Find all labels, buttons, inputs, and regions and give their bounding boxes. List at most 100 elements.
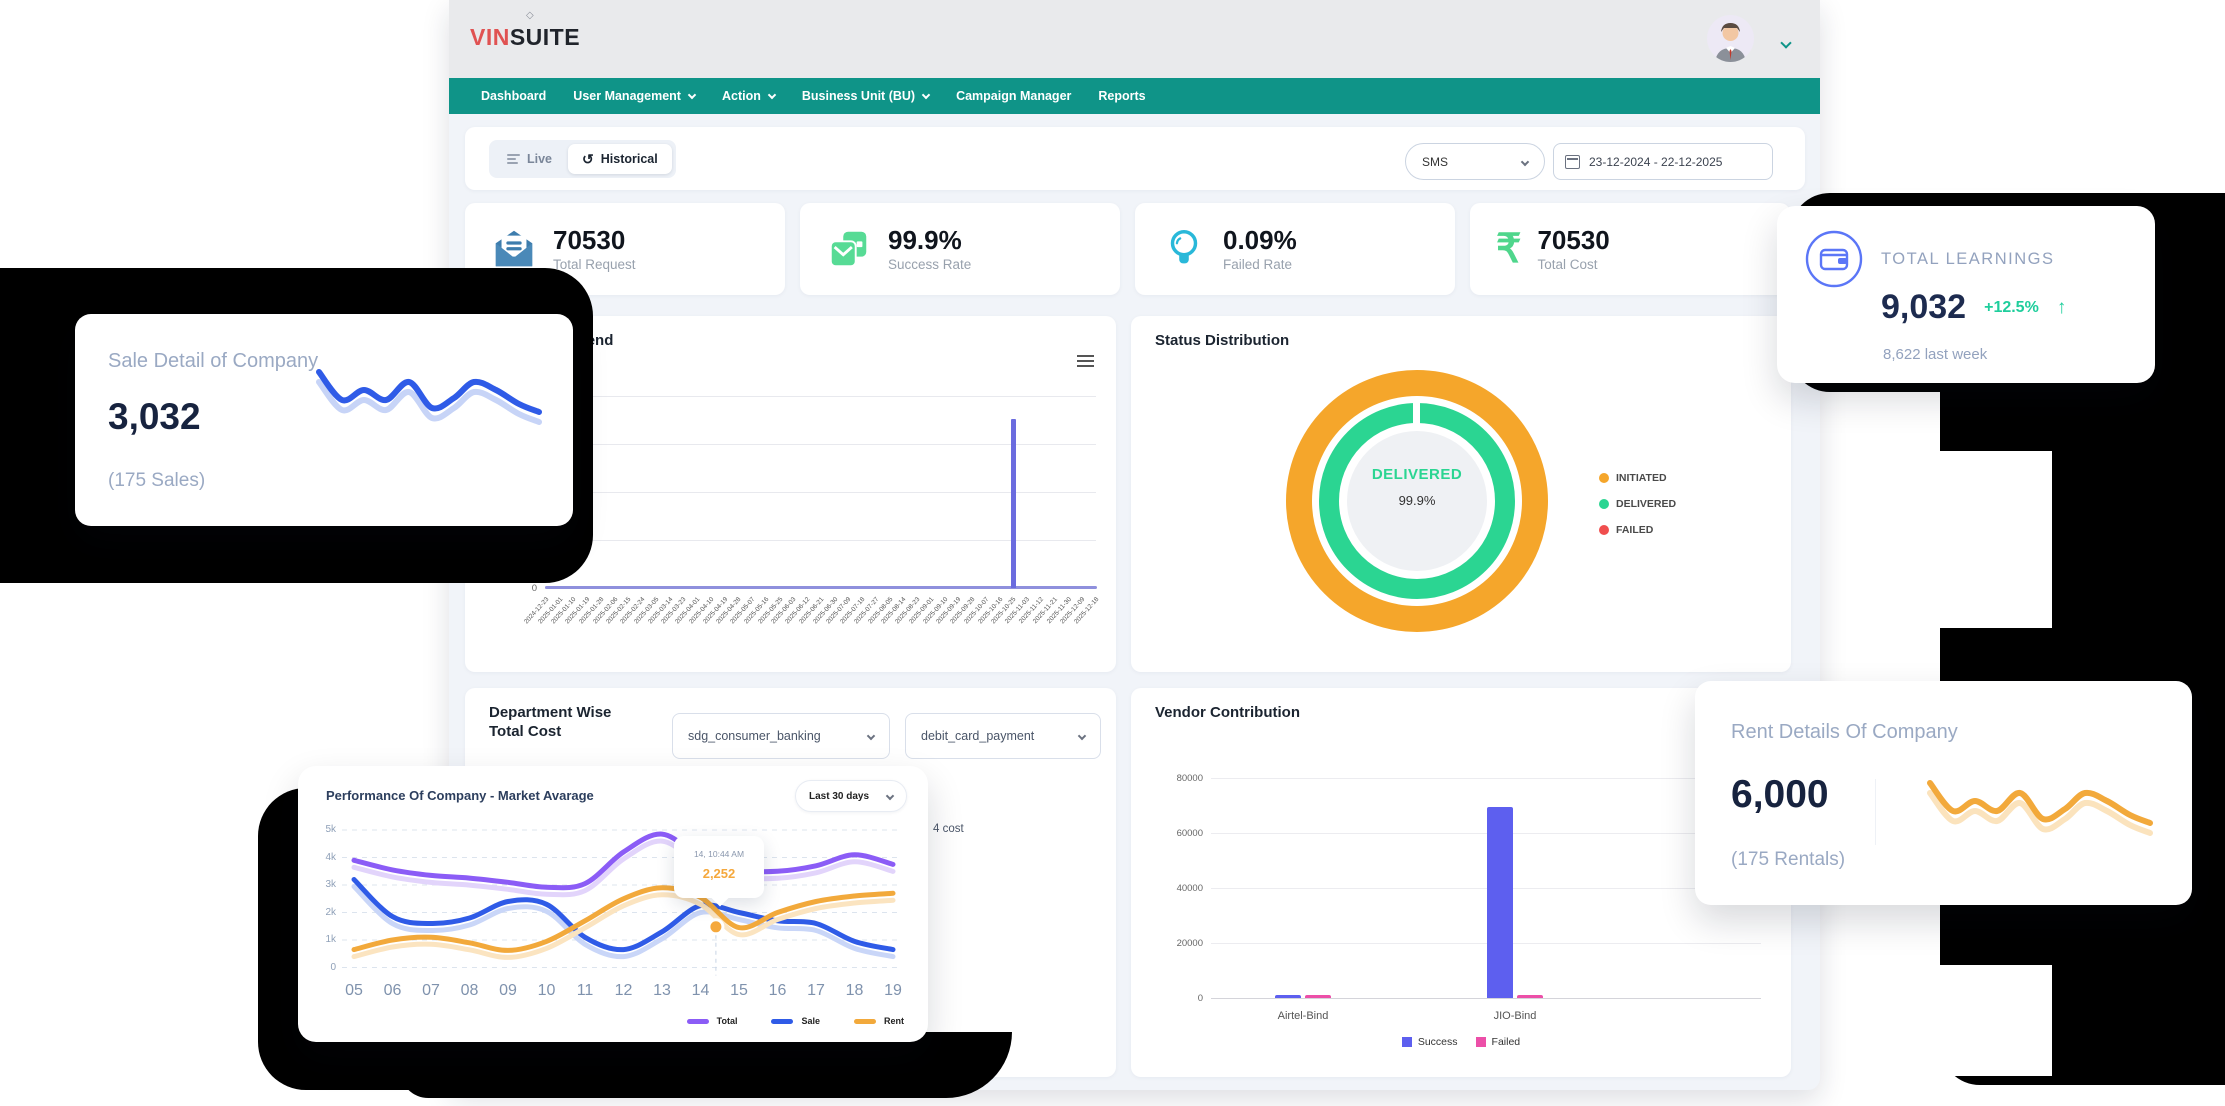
legend-item-delivered[interactable]: DELIVERED [1599,498,1676,510]
history-icon: ↺ [582,152,594,166]
bar-success[interactable] [1487,807,1513,998]
divider [1875,779,1876,845]
legend-swatch [771,1019,793,1024]
stat-card-total-cost: ₹ 70530Total Cost [1470,203,1790,295]
nav-item-user-management[interactable]: User Management [573,89,695,103]
x-axis-label: 09 [488,982,528,1000]
legend-item-failed[interactable]: Failed [1476,1036,1521,1048]
x-axis-label: 15 [719,982,759,1000]
service-select[interactable]: debit_card_payment [905,713,1101,759]
x-axis-label: 11 [565,982,605,1000]
trend-spike[interactable] [1011,419,1016,588]
app-header: ◇VINSUITE [449,0,1820,78]
learnings-value-row: 9,032 +12.5% ↑ [1881,288,2066,327]
sale-detail-card: Sale Detail of Company 3,032 (175 Sales) [75,314,573,526]
donut-gap [1413,401,1420,425]
delta-badge: +12.5% [1984,299,2039,317]
nav-item-reports[interactable]: Reports [1098,89,1145,103]
rent-details-card: Rent Details Of Company 6,000 (175 Renta… [1695,681,2192,905]
main-nav: Dashboard User Management Action Business U… [449,78,1820,114]
wallet-icon [1805,230,1863,288]
category-label: JIO-Bind [1445,1010,1585,1022]
legend-label: FAILED [1616,524,1653,536]
x-axis-label: 07 [411,982,451,1000]
rent-subtext: (175 Rentals) [1731,849,1845,871]
y-axis-label: 0 [1143,993,1203,1004]
calendar-icon [1565,155,1580,169]
background-gap [1940,965,2052,1076]
legend-dot [1599,525,1609,535]
sale-sparkline [314,342,549,467]
live-tab[interactable]: Live [493,144,566,174]
card-title: Sale Detail of Company [108,350,318,373]
app-logo[interactable]: ◇VINSUITE [470,24,580,51]
legend-item-sale[interactable]: Sale [771,1016,820,1026]
cost-legend-fragment: 4 cost [933,823,964,835]
legend-label: INITIATED [1616,472,1667,484]
legend-dot [1599,499,1609,509]
live-historical-toggle: Live ↺ Historical [489,140,676,178]
filter-toolbar: Live ↺ Historical SMS 23-12-2024 - 22-12… [465,127,1805,190]
y-axis-label: 20000 [1143,938,1203,949]
stat-card-failed-rate: 0.09%Failed Rate [1135,203,1455,295]
person-icon [1707,15,1754,62]
legend-item-success[interactable]: Success [1402,1036,1458,1048]
x-axis-label: 08 [450,982,490,1000]
user-avatar[interactable] [1707,15,1754,62]
chart-menu-icon[interactable] [1077,352,1094,370]
y-axis-label: 80000 [1143,773,1203,784]
card-title: TOTAL LEARNINGS [1881,250,2054,269]
last-week-text: 8,622 last week [1883,346,1987,363]
legend-label: DELIVERED [1616,498,1676,510]
performance-lines [298,766,928,1042]
performance-card: Performance Of Company - Market Avarage … [298,766,928,1042]
date-range-picker[interactable]: 23-12-2024 - 22-12-2025 [1553,143,1773,180]
nav-item-action[interactable]: Action [722,89,775,103]
nav-item-campaign-manager[interactable]: Campaign Manager [956,89,1071,103]
historical-tab[interactable]: ↺ Historical [568,144,672,174]
background-gap [1940,451,2052,628]
chevron-down-icon [922,90,930,98]
profile-menu-chevron-icon[interactable] [1782,34,1790,52]
x-axis-label: 06 [373,982,413,1000]
tooltip-marker [709,920,723,934]
gridline [545,396,1096,397]
y-axis-label: 0 [477,583,537,594]
donut-center-label: DELIVERED 99.9% [1286,466,1548,508]
bar-failed[interactable] [1305,995,1331,998]
bulb-icon [1161,226,1207,272]
nav-item-business-unit-bu-[interactable]: Business Unit (BU) [802,89,929,103]
legend-item-failed[interactable]: FAILED [1599,524,1676,536]
x-axis-label: 10 [527,982,567,1000]
legend-item-initiated[interactable]: INITIATED [1599,472,1676,484]
legend-item-total[interactable]: Total [687,1016,738,1026]
nav-item-dashboard[interactable]: Dashboard [481,89,546,103]
gridline [1211,833,1761,834]
up-arrow-icon: ↑ [2057,297,2067,319]
bar-success[interactable] [1275,995,1301,998]
bar-failed[interactable] [1517,995,1543,998]
x-axis-label: 19 [873,982,913,1000]
gridline [1211,778,1761,779]
x-axis-label: 14 [681,982,721,1000]
x-axis-label: 12 [604,982,644,1000]
rupee-icon: ₹ [1496,229,1521,269]
list-icon [507,152,520,166]
stat-card-success-rate: 99.9%Success Rate [800,203,1120,295]
status-distribution-card: Status Distribution DELIVERED 99.9% INIT… [1131,316,1791,672]
page: ◇VINSUITE Dashboard User Management Action… [0,0,2225,1106]
card-title: Rent Details Of Company [1731,721,1958,744]
x-axis-label: 18 [835,982,875,1000]
legend-item-rent[interactable]: Rent [854,1016,904,1026]
rent-value: 6,000 [1731,773,1829,817]
x-axis-label: 05 [334,982,374,1000]
department-select[interactable]: sdg_consumer_banking [672,713,890,759]
gridline [1211,943,1761,944]
chart-tooltip: 14, 10:44 AM 2,252 [674,836,764,898]
legend-swatch [687,1019,709,1024]
chart-title: Vendor Contribution [1155,704,1300,721]
mail-icon [491,226,537,272]
gridline [1211,888,1761,889]
channel-select[interactable]: SMS [1405,143,1545,180]
chart-title: Department WiseTotal Cost [489,704,611,742]
